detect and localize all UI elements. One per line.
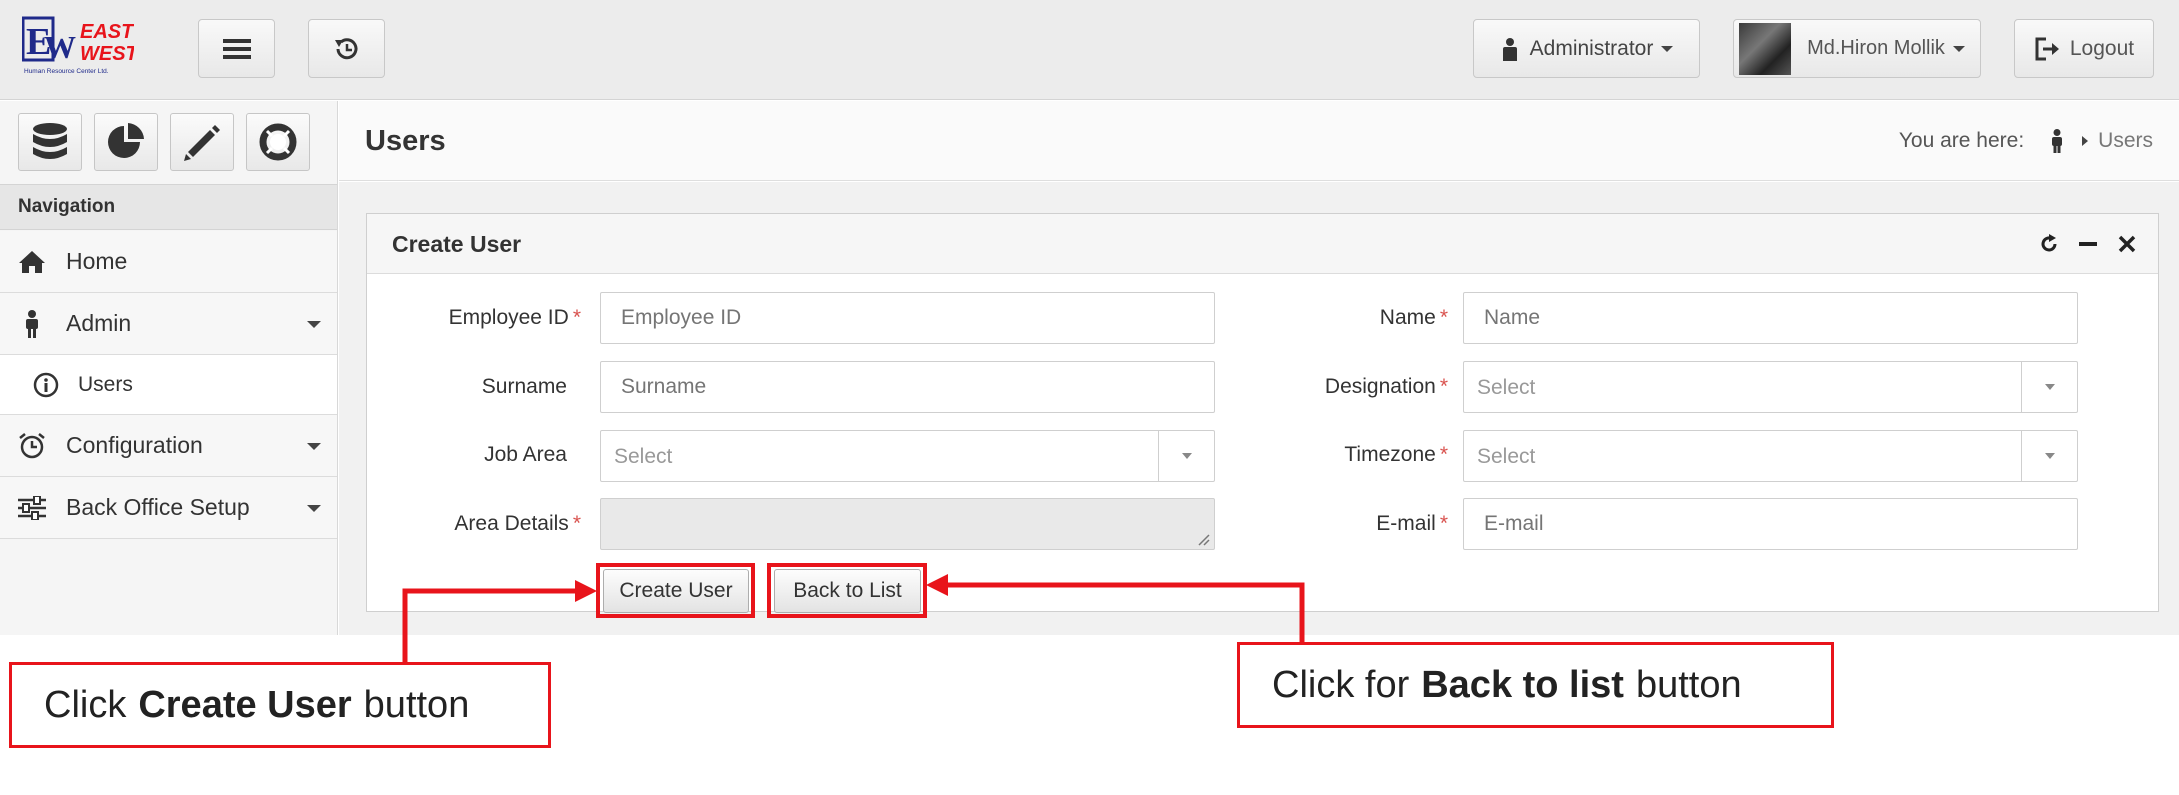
info-circle-icon xyxy=(32,371,60,399)
alarm-clock-icon xyxy=(18,432,46,460)
surname-label: Surname xyxy=(481,375,567,398)
company-logo[interactable]: E W EAST WEST Human Resource Center Ltd. xyxy=(22,16,134,80)
sidebar-item-admin[interactable]: Admin xyxy=(0,293,337,355)
chevron-down-icon[interactable] xyxy=(1158,431,1214,481)
sidebar-item-label: Home xyxy=(66,248,128,274)
chevron-down-icon xyxy=(307,505,321,512)
name-label: Name * xyxy=(1379,306,1448,329)
back-to-list-callout: Click for Back to list button xyxy=(1237,642,1834,728)
designation-label: Designation * xyxy=(1324,375,1448,398)
sidebar: Navigation Home Admin Users Configuratio… xyxy=(0,101,338,635)
sidebar-item-home[interactable]: Home xyxy=(0,231,337,293)
logo-west: WEST xyxy=(80,43,134,65)
area-details-label: Area Details * xyxy=(454,512,581,535)
timezone-label: Timezone * xyxy=(1344,443,1448,466)
sidebar-item-label: Admin xyxy=(66,310,132,336)
page-header: Users You are here: Users xyxy=(339,101,2179,181)
shortcut-reports-button[interactable] xyxy=(94,113,158,171)
top-header: E W EAST WEST Human Resource Center Ltd.… xyxy=(0,0,2179,100)
shortcut-edit-button[interactable] xyxy=(170,113,234,171)
panel-title: Create User xyxy=(392,231,522,257)
logout-button[interactable]: Logout xyxy=(2014,19,2154,78)
avatar xyxy=(1739,22,1792,75)
database-icon xyxy=(33,123,67,159)
create-user-callout: Click Create User button xyxy=(9,662,551,748)
shortcut-support-button[interactable] xyxy=(246,113,310,171)
history-icon xyxy=(334,37,357,59)
user-icon xyxy=(1502,37,1517,61)
sidebar-item-configuration[interactable]: Configuration xyxy=(0,415,337,477)
sliders-icon xyxy=(18,494,46,522)
pencil-icon xyxy=(184,125,220,161)
panel-header: Create User xyxy=(367,214,2158,274)
job-area-value: Select xyxy=(614,445,673,468)
sidebar-item-label: Users xyxy=(78,372,133,396)
user-name-label: Md.Hiron Mollik xyxy=(1807,37,1945,59)
hamburger-icon xyxy=(222,38,251,59)
chevron-down-icon xyxy=(307,443,321,450)
history-button[interactable] xyxy=(308,19,385,78)
role-dropdown[interactable]: Administrator xyxy=(1473,19,1700,78)
pie-chart-icon xyxy=(108,123,144,158)
logout-icon xyxy=(2035,37,2059,60)
employee-id-input[interactable] xyxy=(600,292,1215,344)
breadcrumb-current[interactable]: Users xyxy=(2098,129,2153,153)
logout-label: Logout xyxy=(2069,36,2135,60)
breadcrumb: You are here: Users xyxy=(1899,129,2153,153)
job-area-label: Job Area xyxy=(484,443,567,466)
sidebar-item-label: Back Office Setup xyxy=(66,494,250,520)
email-label: E-mail * xyxy=(1376,512,1448,535)
designation-select[interactable]: Select xyxy=(1463,361,2078,413)
menu-toggle-button[interactable] xyxy=(198,19,275,78)
sidebar-item-back-office-setup[interactable]: Back Office Setup xyxy=(0,477,337,539)
area-details-textarea[interactable] xyxy=(600,498,1215,550)
page-title: Users xyxy=(365,125,446,157)
timezone-select[interactable]: Select xyxy=(1463,430,2078,482)
refresh-icon[interactable] xyxy=(2037,232,2061,256)
shortcut-database-button[interactable] xyxy=(18,113,82,171)
role-label: Administrator xyxy=(1529,36,1654,60)
life-ring-icon xyxy=(259,123,297,161)
create-user-button[interactable]: Create User xyxy=(603,569,749,613)
person-icon xyxy=(18,309,46,338)
chevron-down-icon xyxy=(307,321,321,328)
sidebar-item-users[interactable]: Users xyxy=(0,355,337,415)
resize-grip-icon[interactable] xyxy=(1196,532,1210,546)
logo-subtitle: Human Resource Center Ltd. xyxy=(24,68,109,75)
svg-text:W: W xyxy=(44,29,76,65)
sidebar-item-label: Configuration xyxy=(66,432,203,458)
chevron-down-icon xyxy=(1661,45,1674,52)
timezone-value: Select xyxy=(1477,445,1536,468)
logo-east: EAST xyxy=(80,21,134,43)
user-menu-dropdown[interactable]: Md.Hiron Mollik xyxy=(1733,19,1981,78)
job-area-select[interactable]: Select xyxy=(600,430,1215,482)
email-input[interactable] xyxy=(1463,498,2078,550)
surname-input[interactable] xyxy=(600,361,1215,413)
chevron-down-icon[interactable] xyxy=(2021,431,2077,481)
breadcrumb-prefix: You are here: xyxy=(1898,129,2025,152)
chevron-down-icon[interactable] xyxy=(2021,362,2077,412)
caret-right-icon xyxy=(2082,136,2089,146)
close-icon[interactable] xyxy=(2115,232,2139,256)
back-to-list-button[interactable]: Back to List xyxy=(774,569,921,613)
name-input[interactable] xyxy=(1463,292,2078,344)
employee-id-label: Employee ID * xyxy=(448,306,581,329)
create-user-panel: Create User Employee ID* Surname Job Are… xyxy=(366,213,2159,618)
person-icon[interactable] xyxy=(2050,129,2064,153)
home-icon xyxy=(18,248,46,276)
chevron-down-icon xyxy=(1952,45,1965,52)
navigation-heading: Navigation xyxy=(0,184,337,230)
designation-value: Select xyxy=(1477,376,1536,399)
minimize-icon[interactable] xyxy=(2076,232,2100,256)
